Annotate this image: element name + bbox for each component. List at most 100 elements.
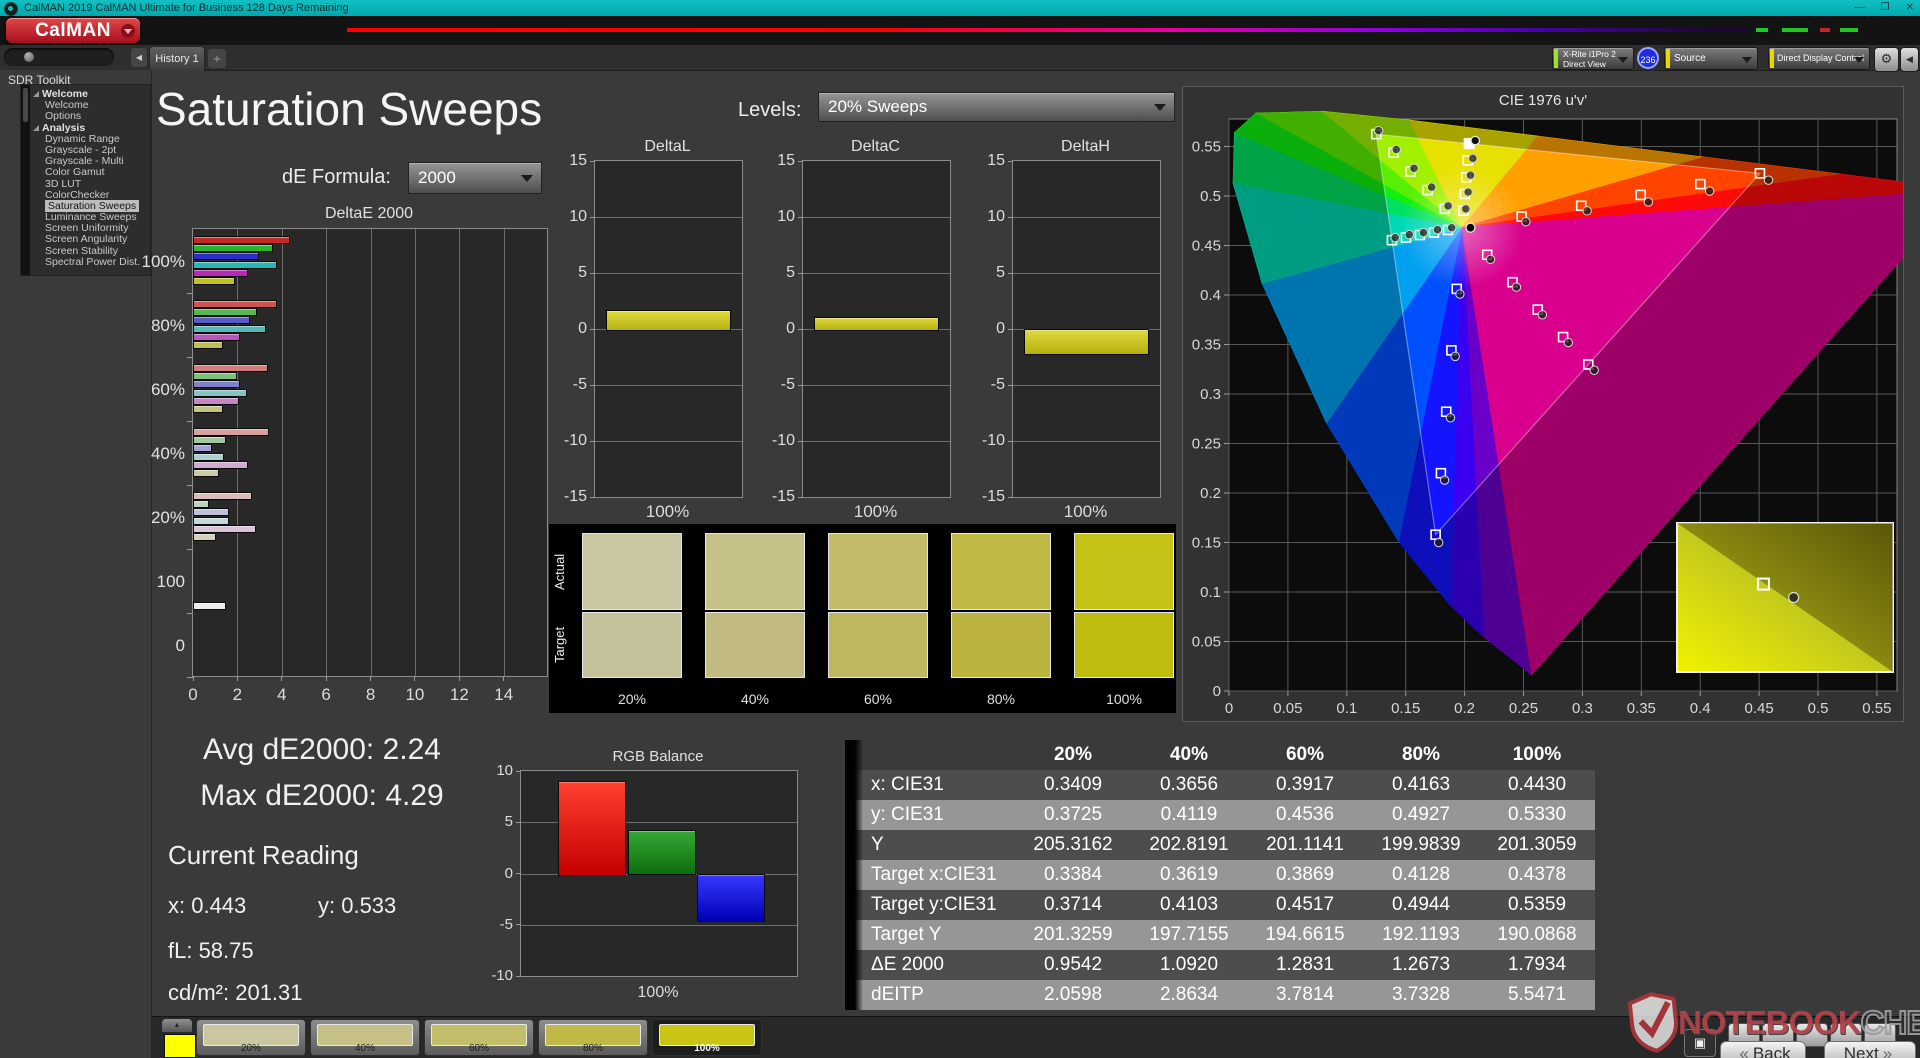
de-formula-label: dE Formula:	[282, 166, 391, 188]
meter-select-button[interactable]: X-Rite i1Pro 2 Direct View	[1552, 47, 1634, 70]
grid-line	[595, 441, 742, 442]
y-tick-label: 0.35	[1192, 337, 1221, 354]
measured-marker-magenta	[1485, 254, 1496, 265]
tree-scrollbar[interactable]	[21, 85, 30, 275]
table-cell: 205.3162	[1033, 834, 1113, 855]
expander-icon	[33, 91, 39, 97]
target-swatch	[705, 612, 805, 678]
grid-line	[803, 273, 950, 274]
axis-tick	[798, 384, 803, 386]
status-dash	[1820, 28, 1830, 32]
x-tick-label: 6	[321, 685, 331, 704]
patch-button-60%[interactable]: 60%	[424, 1019, 534, 1056]
y-tick-label: 5	[578, 264, 587, 281]
de-formula-dropdown[interactable]: 2000	[408, 162, 542, 194]
de-bar	[193, 277, 235, 285]
swatch-percent-label: 20%	[617, 691, 647, 707]
de-bar	[193, 508, 230, 517]
y-tick-label: -5	[990, 376, 1005, 393]
y-tick-label: 0	[504, 864, 513, 882]
watermark-notebook: NOTEBOOK	[1678, 1004, 1862, 1041]
x-tick-label: 4	[277, 685, 287, 704]
chart-plot: 10 5 0 -5 -10	[491, 762, 798, 984]
cie-diagram-panel: CIE 1976 u'v' 0 0.05 0.1 0.15 0.2 0.25 0.3 0.35…	[1182, 86, 1904, 722]
table-cell: 2.0598	[1043, 984, 1103, 1005]
minimize-icon[interactable]: —	[1855, 0, 1865, 16]
watermark-check: CHECK	[1860, 1003, 1920, 1042]
y-tick-label: -15	[771, 488, 795, 505]
close-icon[interactable]: ✕	[1906, 0, 1914, 16]
x-tick-label: 0.1	[1336, 700, 1357, 717]
levels-dropdown[interactable]: 20% Sweeps	[818, 92, 1175, 122]
x-tick-label: 0.55	[1862, 700, 1891, 717]
table-column-header: 20%	[1053, 744, 1093, 765]
y-tick-label: -5	[572, 376, 587, 393]
sidebar-item-label: Welcome	[45, 99, 89, 112]
table-cell: 0.3725	[1043, 804, 1103, 825]
swatch-percent-label: 100%	[1106, 691, 1142, 707]
de-bar	[193, 388, 248, 397]
patch-button-80%[interactable]: 80%	[538, 1019, 648, 1056]
chart-title: DeltaC	[851, 138, 900, 155]
window-title: CalMAN 2019 CalMAN Ultimate for Business…	[24, 2, 349, 14]
tree-scrollbar-thumb[interactable]	[23, 88, 28, 122]
axis-tick	[590, 272, 595, 274]
calman-logo-button[interactable]: CalMAN	[6, 18, 140, 43]
measured-marker-blue	[1445, 413, 1456, 423]
chart-plot: 15 10 5 0 -5 -10 -15	[772, 152, 951, 505]
de-bar	[193, 516, 230, 525]
collapse-toolbar-button[interactable]: ◀	[1900, 47, 1919, 72]
chevron-down-icon	[1742, 57, 1752, 63]
group-label: 60%	[150, 380, 185, 399]
table-cell: 201.3259	[1033, 924, 1113, 945]
grid-line	[326, 229, 328, 676]
tab-history-1[interactable]: History 1	[149, 46, 205, 71]
x-tick-label: 14	[494, 685, 514, 704]
de-bar	[193, 452, 224, 461]
table-cell: 5.5471	[1507, 984, 1567, 1005]
gear-icon[interactable]: ⚙	[1874, 47, 1899, 72]
patch-button-20%[interactable]: 20%	[196, 1019, 306, 1056]
y-tick-label: 0.05	[1192, 634, 1221, 651]
display-control-button[interactable]: Direct Display Control	[1768, 47, 1870, 70]
expand-patch-panel-button[interactable]: ▲	[162, 1019, 192, 1032]
source-select-button[interactable]: Source	[1664, 47, 1758, 70]
measured-marker-cyan	[1418, 227, 1429, 238]
table-cell: 0.4163	[1391, 774, 1451, 795]
meter-count-badge[interactable]: 236	[1637, 47, 1659, 69]
sidebar-item-label: Screen Uniformity	[45, 222, 129, 235]
table-cell: 201.3059	[1497, 834, 1577, 855]
row-label: ΔE 2000	[871, 954, 944, 975]
status-dash	[1840, 28, 1858, 32]
table-cell: 0.3656	[1159, 774, 1219, 795]
grid-line	[281, 229, 283, 676]
grid-line	[803, 385, 950, 386]
table-cell: 199.9839	[1381, 834, 1461, 855]
current-x-value: x: 0.443	[168, 893, 247, 918]
axis-tick	[414, 676, 416, 681]
maximize-icon[interactable]: ❐	[1881, 0, 1890, 16]
max-de2000-reading: Max dE2000: 4.29	[200, 779, 444, 812]
tab-scroll-left-button[interactable]: ◀	[131, 48, 147, 67]
layout-pill[interactable]	[4, 48, 114, 66]
y-tick-label: 15	[777, 152, 795, 169]
table-row: Target Y 201.3259 197.7155 194.6615 192.1193…	[845, 920, 1595, 950]
measured-marker-red	[1643, 197, 1654, 207]
y-tick-label: 0	[786, 320, 795, 337]
y-tick-label: -15	[981, 488, 1005, 505]
table-cell: 1.0920	[1159, 954, 1219, 975]
axis-tick	[516, 975, 521, 977]
cie-1976-diagram: 0 0.05 0.1 0.15 0.2 0.25 0.3 0.35 0.4 0.45 0.5 0.55…	[1192, 110, 1903, 717]
grid-line	[595, 385, 742, 386]
sidebar-item-label: Dynamic Range	[45, 132, 120, 145]
y-tick-label: 0.15	[1192, 535, 1221, 552]
grid-line	[803, 217, 950, 218]
add-tab-button[interactable]: +	[208, 49, 226, 68]
measured-marker-green	[1373, 125, 1384, 136]
chart-plot: 15 10 5 0 -5 -10 -15	[982, 152, 1161, 505]
sidebar-item-label: Saturation Sweeps	[45, 199, 140, 212]
axis-tick	[187, 293, 193, 294]
de-bar	[193, 316, 251, 325]
patch-button-40%[interactable]: 40%	[310, 1019, 420, 1056]
patch-button-100%[interactable]: 100%	[652, 1019, 762, 1056]
